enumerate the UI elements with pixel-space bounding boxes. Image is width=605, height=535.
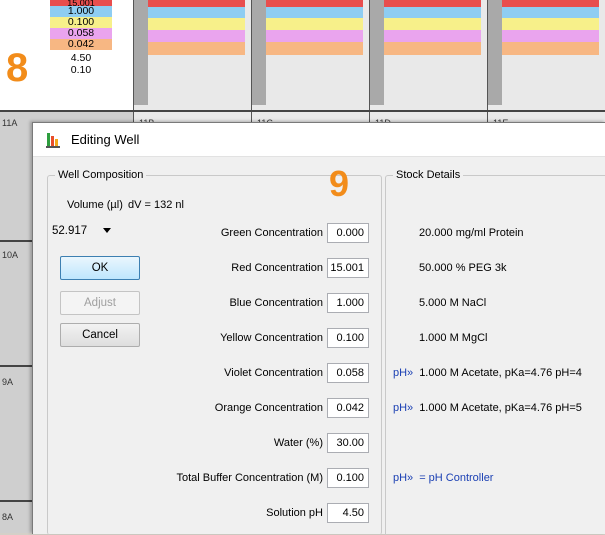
stock-text: = pH Controller	[419, 472, 494, 484]
ph-link[interactable]: pH»	[393, 402, 413, 414]
orange-concentration-field[interactable]: 0.042	[327, 398, 369, 418]
water-percent-field[interactable]: 30.00	[327, 433, 369, 453]
adjust-button[interactable]: Adjust	[60, 291, 140, 315]
band-violet	[266, 30, 363, 42]
yellow-concentration-field[interactable]: 0.100	[327, 328, 369, 348]
band-yellow	[266, 18, 363, 30]
band-orange	[266, 42, 363, 55]
ok-button[interactable]: OK	[60, 256, 140, 280]
stock-item: 1.000 M MgCl	[419, 332, 487, 344]
band-violet	[148, 30, 245, 42]
step-marker-8: 8	[6, 46, 29, 90]
yellow-concentration-label: Yellow Concentration	[220, 332, 323, 344]
stock-text: 1.000 M Acetate, pKa=4.76 pH=4	[419, 367, 582, 379]
row-label: 8A	[2, 512, 14, 522]
ph-link[interactable]: pH»	[393, 367, 413, 379]
band-yellow	[148, 18, 245, 30]
stock-text: 5.000 M NaCl	[419, 297, 487, 309]
dv-label: dV = 132 nl	[128, 199, 184, 211]
band-blue	[148, 7, 245, 18]
ph-link[interactable]: pH»	[393, 472, 413, 484]
editing-well-dialog: Editing Well Well Composition Volume (µl…	[32, 122, 605, 535]
well-value-ph: 4.50	[70, 52, 92, 64]
band-blue	[384, 7, 481, 18]
violet-concentration-field[interactable]: 0.058	[327, 363, 369, 383]
dialog-title: Editing Well	[71, 132, 140, 147]
volume-label: Volume (µl)	[67, 199, 123, 211]
green-concentration-field[interactable]: 0.000	[327, 223, 369, 243]
water-percent-label: Water (%)	[273, 437, 323, 449]
stock-item: 50.000 % PEG 3k	[419, 262, 506, 274]
cancel-button[interactable]: Cancel	[60, 323, 140, 347]
band-orange	[148, 42, 245, 55]
stock-text: 1.000 M Acetate, pKa=4.76 pH=5	[419, 402, 582, 414]
band-orange	[502, 42, 599, 55]
row-label: 10A	[2, 250, 19, 260]
row-divider	[0, 110, 605, 112]
band-yellow	[384, 18, 481, 30]
violet-concentration-label: Violet Concentration	[224, 367, 323, 379]
solution-ph-label: Solution pH	[266, 507, 323, 519]
dialog-titlebar[interactable]: Editing Well	[33, 123, 605, 157]
solution-ph-field[interactable]: 4.50	[327, 503, 369, 523]
total-buffer-concentration-field[interactable]: 0.100	[327, 468, 369, 488]
band-red	[384, 0, 481, 7]
band-violet	[502, 30, 599, 42]
band-red	[148, 0, 245, 7]
stock-text: 20.000 mg/ml Protein	[419, 227, 524, 239]
chevron-down-icon[interactable]	[103, 228, 111, 233]
total-buffer-concentration-label: Total Buffer Concentration (M)	[176, 472, 323, 484]
row-label: 11A	[2, 118, 18, 128]
stock-item: 20.000 mg/ml Protein	[419, 227, 524, 239]
red-concentration-label: Red Concentration	[231, 262, 323, 274]
app-icon	[46, 133, 60, 148]
stock-details-title: Stock Details	[393, 169, 464, 181]
band-violet	[384, 30, 481, 42]
stock-item: pH» 1.000 M Acetate, pKa=4.76 pH=4	[393, 367, 582, 379]
well-composition-title: Well Composition	[55, 169, 147, 181]
orange-concentration-label: Orange Concentration	[214, 402, 323, 414]
band-blue	[502, 7, 599, 18]
well-value-orange: 0.042	[50, 39, 112, 50]
stock-item: 5.000 M NaCl	[419, 297, 486, 309]
band-orange	[384, 42, 481, 55]
blue-concentration-field[interactable]: 1.000	[327, 293, 369, 313]
row-label: 9A	[2, 377, 14, 387]
ph-controller-item[interactable]: pH» = pH Controller	[393, 472, 493, 484]
blue-concentration-label: Blue Concentration	[229, 297, 323, 309]
well-cell-8[interactable]: 15.001 1.000 0.100 0.058 0.042 4.50 0.10…	[0, 0, 133, 110]
band-yellow	[502, 18, 599, 30]
stock-item: pH» 1.000 M Acetate, pKa=4.76 pH=5	[393, 402, 582, 414]
band-red	[266, 0, 363, 7]
volume-select[interactable]: 52.917	[52, 221, 111, 241]
green-concentration-label: Green Concentration	[220, 227, 323, 239]
red-concentration-field[interactable]: 15.001	[327, 258, 369, 278]
stock-text: 50.000 % PEG 3k	[419, 262, 507, 274]
band-red	[502, 0, 599, 7]
well-value-buffer: 0.10	[70, 64, 92, 76]
stock-text: 1.000 M MgCl	[419, 332, 488, 344]
volume-value: 52.917	[52, 225, 88, 237]
step-marker-9: 9	[329, 163, 350, 204]
band-blue	[266, 7, 363, 18]
